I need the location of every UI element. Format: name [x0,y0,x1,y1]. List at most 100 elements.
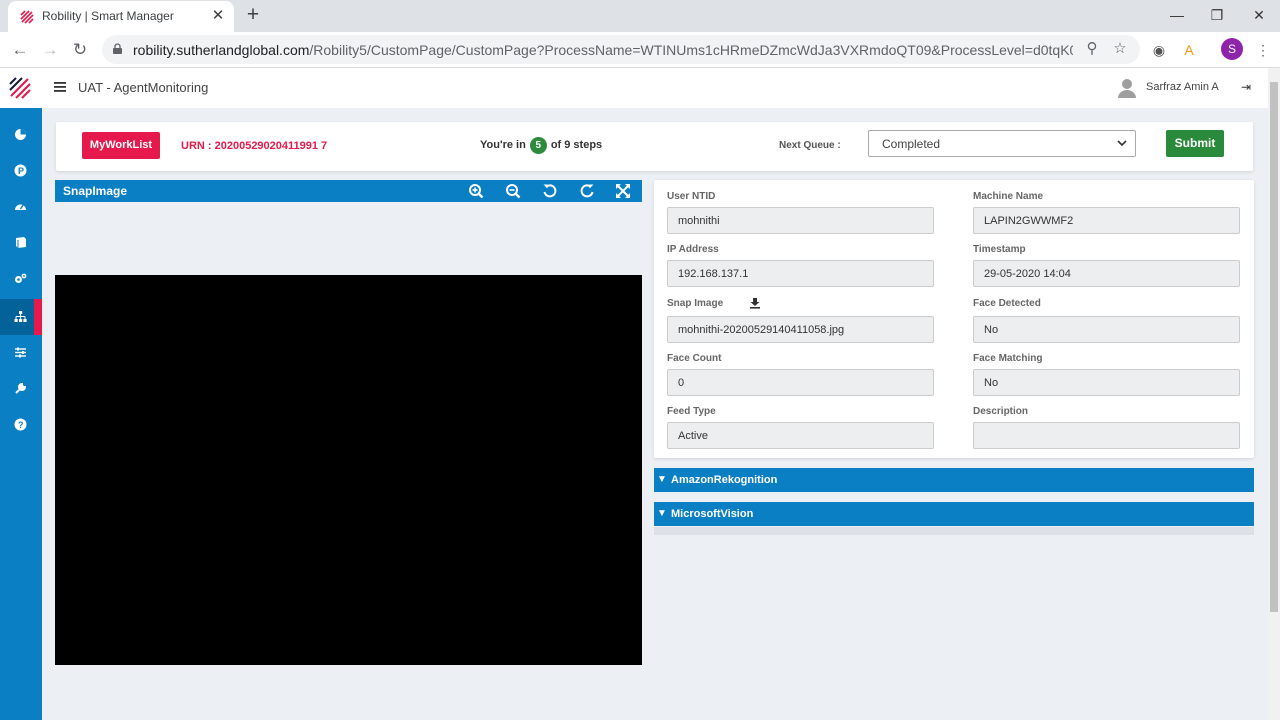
workflow-topbar: MyWorkList URN : 20200529020411991 7 You… [56,122,1253,171]
zoom-in-icon[interactable] [468,183,484,199]
profile-avatar[interactable]: S [1221,38,1243,60]
extension-icon[interactable]: ◉ [1148,39,1170,61]
snap-image [55,275,642,665]
caret-down-icon: ▼ [657,508,667,519]
wrench-icon [15,382,27,394]
step-indicator: You're in 5 of 9 steps [480,137,602,154]
chevron-down-icon [1117,140,1127,147]
next-queue-value: Completed [882,137,941,151]
description-label: Description [973,406,1029,417]
face-detected-field[interactable]: No [973,316,1240,343]
details-panel: User NTID mohnithi Machine Name LAPIN2GW… [654,180,1254,458]
user-ntid-label: User NTID [667,191,716,202]
browser-menu-icon[interactable]: ⋮ [1252,39,1274,61]
snap-image-field[interactable]: mohnithi-20200529140411058.jpg [667,316,934,343]
book-icon [16,237,26,248]
machine-name-label: Machine Name [973,191,1044,202]
user-ntid-value: mohnithi [678,215,720,227]
accordion-microsoft-vision[interactable]: ▼ MicrosoftVision [654,502,1254,526]
next-queue-select[interactable]: Completed [868,130,1136,157]
maximize-icon[interactable]: ❐ [1204,3,1230,27]
user-avatar-icon[interactable] [1116,77,1138,99]
machine-name-value: LAPIN2GWWMF2 [984,215,1074,227]
ip-address-label: IP Address [667,244,719,255]
back-icon[interactable]: ← [8,38,32,62]
accordion-label: AmazonRekognition [671,474,778,486]
face-count-label: Face Count [667,353,722,364]
app-header: UAT - AgentMonitoring Sarfraz Amin A ⇥ [0,68,1268,108]
timestamp-field[interactable]: 29-05-2020 14:04 [973,260,1240,287]
sidebar-item-process[interactable]: P [0,153,42,189]
bookmark-star-icon[interactable]: ☆ [1110,39,1130,59]
sidebar-item-sliders[interactable] [0,335,42,371]
zoom-out-icon[interactable] [505,183,521,199]
accordion-amazon-rekognition[interactable]: ▼ AmazonRekognition [654,468,1254,492]
window-close-icon[interactable]: ✕ [1246,3,1272,27]
sidebar: P ? [0,108,42,720]
sidebar-item-help[interactable]: ? [0,407,42,443]
forward-icon[interactable]: → [38,38,62,62]
robility-logo-icon[interactable] [9,77,31,99]
address-bar[interactable]: robility.sutherlandglobal.com/Robility5/… [102,35,1140,64]
face-count-field[interactable]: 0 [667,369,934,396]
feed-type-value: Active [678,430,708,442]
steps-suffix: of 9 steps [550,139,603,151]
snap-image-panel: SnapImage [55,180,642,720]
extension-a-icon[interactable]: A [1178,39,1200,61]
hamburger-menu-icon[interactable] [53,80,67,94]
tab-close-icon[interactable]: ✕ [208,6,228,26]
lock-icon [113,43,122,54]
face-matching-field[interactable]: No [973,369,1240,396]
sidebar-item-dashboard[interactable] [0,117,42,153]
fullscreen-icon[interactable] [615,183,631,199]
download-icon[interactable] [749,297,761,309]
browser-tab[interactable]: Robility | Smart Manager ✕ [8,1,234,32]
snap-image-label-text: Snap Image [667,298,724,309]
sidebar-item-settings[interactable] [0,261,42,297]
scrollbar-thumb[interactable] [1270,82,1278,612]
submit-button[interactable]: Submit [1166,130,1224,157]
page-scrollbar[interactable] [1268,68,1280,720]
my-worklist-button[interactable]: MyWorkList [82,132,160,159]
tab-title: Robility | Smart Manager [42,9,174,23]
user-name[interactable]: Sarfraz Amin A [1146,81,1219,93]
rotate-left-icon[interactable] [542,183,558,199]
gears-icon [15,273,27,283]
logout-icon[interactable]: ⇥ [1241,80,1255,94]
snap-image-viewport [55,202,642,720]
zoom-icon[interactable]: ⚲ [1082,39,1102,59]
snap-image-header: SnapImage [55,180,642,202]
app-title: UAT - AgentMonitoring [78,80,209,95]
robility-favicon-icon [20,10,34,24]
user-ntid-field[interactable]: mohnithi [667,207,934,234]
snap-image-value: mohnithi-20200529140411058.jpg [678,324,845,336]
browser-toolbar: ← → ↻ robility.sutherlandglobal.com/Robi… [0,32,1280,68]
feed-type-field[interactable]: Active [667,422,934,449]
sliders-icon [15,347,26,358]
machine-name-field[interactable]: LAPIN2GWWMF2 [973,207,1240,234]
browser-tabstrip: Robility | Smart Manager ✕ + — ❐ ✕ [0,0,1280,32]
help-icon: ? [14,418,27,431]
caret-down-icon: ▼ [657,474,667,485]
timestamp-value: 29-05-2020 14:04 [984,268,1071,280]
steps-prefix: You're in [480,139,526,151]
sitemap-icon [14,311,27,322]
url-text: robility.sutherlandglobal.com/Robility5/… [133,42,1073,58]
gauge-icon [15,204,26,210]
reload-icon[interactable]: ↻ [68,38,92,62]
sidebar-item-hierarchy[interactable] [0,299,42,335]
description-field[interactable] [973,422,1240,449]
sidebar-item-gauge[interactable] [0,189,42,225]
accordion-footer [654,527,1254,535]
minimize-icon[interactable]: — [1164,3,1190,27]
face-matching-value: No [984,377,999,389]
timestamp-label: Timestamp [973,244,1026,255]
sidebar-item-tools[interactable] [0,371,42,407]
face-detected-value: No [984,324,999,336]
sidebar-item-book[interactable] [0,225,42,261]
snap-image-label: Snap Image [667,298,760,309]
rotate-right-icon[interactable] [579,183,595,199]
ip-address-field[interactable]: 192.168.137.1 [667,260,934,287]
next-queue-label: Next Queue : [779,140,841,151]
new-tab-icon[interactable]: + [242,4,264,26]
